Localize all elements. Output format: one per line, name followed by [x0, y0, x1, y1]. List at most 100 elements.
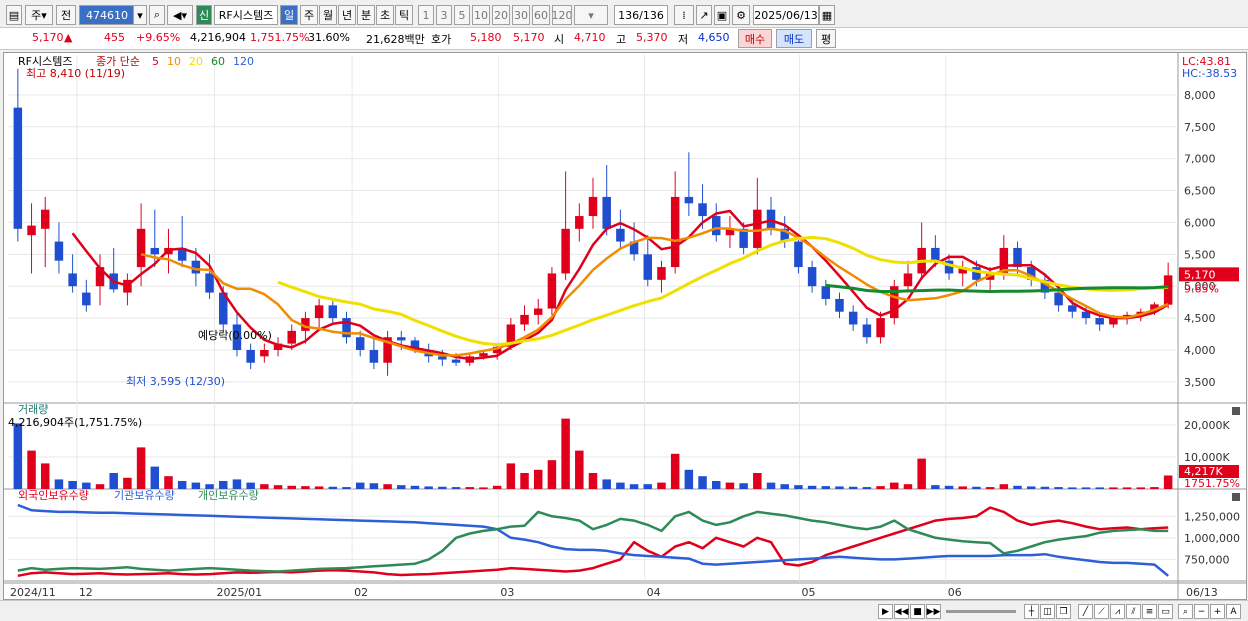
period-dropdown[interactable]: 주 ▾ [25, 5, 53, 25]
candle-body [753, 209, 762, 248]
stock-code-input[interactable]: 474610 [79, 5, 135, 25]
cycle-button-week[interactable]: 주 [300, 5, 318, 25]
tool-channel-icon[interactable]: ⫽ [1126, 604, 1141, 619]
scroll-right-icon[interactable]: ▶ [878, 604, 893, 619]
panel-close-icon [1232, 493, 1240, 501]
candle-body [1163, 275, 1173, 305]
volume-bar [68, 481, 77, 489]
candle-body [191, 260, 201, 274]
candle-body [355, 337, 365, 350]
interval-button-10[interactable]: 10 [472, 5, 490, 25]
interval-button-30[interactable]: 30 [512, 5, 530, 25]
cycle-button-year[interactable]: 년 [338, 5, 356, 25]
zoom-out-icon[interactable]: − [1194, 604, 1209, 619]
volume-bar [1122, 487, 1132, 489]
volume-bar [657, 482, 666, 489]
volume-y-tick: 10,000K [1184, 451, 1230, 464]
candle-body [27, 225, 36, 236]
tool-fan-icon[interactable]: ⩘ [1110, 604, 1125, 619]
x-axis-label: 06 [948, 586, 962, 599]
interval-button-20[interactable]: 20 [492, 5, 510, 25]
chart-svg[interactable]: 3,5004,0004,5005,0005,5006,0006,5007,000… [4, 53, 1246, 599]
sell-button[interactable]: 매도 [776, 29, 812, 48]
interval-button-5[interactable]: 5 [454, 5, 470, 25]
holding-y-tick: 1,250,000 [1184, 510, 1240, 523]
volume-bar [1054, 487, 1063, 489]
quote-bar: 5,170 ▲ 455 +9.65% 4,216,904 1,751.75% 3… [0, 28, 1248, 50]
x-axis-label: 03 [500, 586, 514, 599]
tool-fibo-icon[interactable]: ≡ [1142, 604, 1157, 619]
cycle-button-minute[interactable]: 분 [357, 5, 375, 25]
scroll-start-icon[interactable]: ◀◀ [894, 604, 909, 619]
tool-line-icon[interactable]: ╱ [1078, 604, 1093, 619]
speaker-icon[interactable]: ◀▾ [167, 5, 193, 25]
candle-body [616, 228, 625, 242]
zoom-search-icon[interactable]: ⌕ [1178, 604, 1193, 619]
interval-button-120[interactable]: 120 [552, 5, 572, 25]
save-icon[interactable]: ▣ [714, 5, 730, 25]
volume-bar [876, 486, 885, 489]
chart-area[interactable]: 3,500 4,000 4,500 5,000 5,500 6,000 6,500 7,000… [3, 52, 1247, 600]
volume-bar [232, 479, 242, 489]
count-display[interactable]: 136/136 [614, 5, 668, 25]
volume-bar [95, 484, 105, 489]
low-annotation: 최저 3,595 (12/30) [126, 375, 225, 388]
change-percent: +9.65% [136, 31, 181, 44]
y-tick-label: 8,000 [1184, 89, 1216, 102]
zoom-slider[interactable] [946, 610, 1016, 613]
grid-icon[interactable]: ⁞ [674, 5, 694, 25]
layout-split-icon[interactable]: ◫ [1040, 604, 1055, 619]
font-size-icon[interactable]: A [1226, 604, 1241, 619]
buy-button[interactable]: 매수 [738, 29, 772, 48]
volume-bar [260, 484, 269, 489]
y-tick-label: 7,000 [1184, 153, 1216, 166]
volume-bar [1095, 487, 1104, 489]
candle-body [821, 286, 831, 299]
cycle-button-second[interactable]: 초 [376, 5, 394, 25]
draw-tool-icon[interactable]: ↗ [696, 5, 712, 25]
volume-bar [575, 450, 584, 489]
layout-icon[interactable]: ▤ [6, 5, 22, 25]
candle-body [82, 292, 91, 306]
interval-button-3[interactable]: 3 [436, 5, 452, 25]
candle-body [903, 273, 913, 287]
candle-body [1054, 292, 1063, 306]
scroll-end-icon[interactable]: ▶▶ [926, 604, 941, 619]
open-price: 4,710 [574, 31, 606, 44]
crosshair-icon[interactable]: ┼ [1024, 604, 1039, 619]
volume-bar [1026, 486, 1036, 489]
y-tick-label: 6,000 [1184, 216, 1216, 229]
cycle-button-month[interactable]: 월 [319, 5, 337, 25]
interval-button-1[interactable]: 1 [418, 5, 434, 25]
cycle-button-tick[interactable]: 틱 [395, 5, 413, 25]
prev-button[interactable]: 전 [56, 5, 76, 25]
volume-value: 4,216,904 [190, 31, 246, 44]
candle-body [588, 196, 598, 217]
search-icon[interactable]: ⌕ [149, 5, 165, 25]
gear-icon[interactable]: ⚙ [732, 5, 750, 25]
calendar-icon[interactable]: ▦ [819, 5, 835, 25]
eval-button[interactable]: 평 [816, 29, 836, 48]
volume-bar [355, 482, 365, 489]
interval-dropdown[interactable]: ▾ [574, 5, 608, 25]
volume-bar [520, 473, 529, 489]
volume-bar [917, 458, 926, 489]
interval-button-60[interactable]: 60 [532, 5, 550, 25]
volume-bar [164, 476, 173, 489]
code-dropdown-icon[interactable]: ▾ [133, 5, 147, 25]
volume-bar [616, 482, 625, 489]
stop-icon[interactable]: ■ [910, 604, 925, 619]
volume-bar [465, 487, 474, 489]
copy-icon[interactable]: ❐ [1056, 604, 1071, 619]
candle-body [684, 196, 694, 204]
candle-body [698, 203, 707, 217]
date-input[interactable]: 2025/06/13 [753, 5, 819, 25]
candle-body [575, 216, 584, 229]
y-tick-label: 5,500 [1184, 248, 1216, 261]
tool-trend-icon[interactable]: ⟋ [1094, 604, 1109, 619]
tool-box-icon[interactable]: ▭ [1158, 604, 1173, 619]
cycle-button-day[interactable]: 일 [280, 5, 298, 25]
x-axis-label: 2024/11 [10, 586, 56, 599]
legend-ma-label: 60 [211, 55, 225, 68]
zoom-in-icon[interactable]: + [1210, 604, 1225, 619]
